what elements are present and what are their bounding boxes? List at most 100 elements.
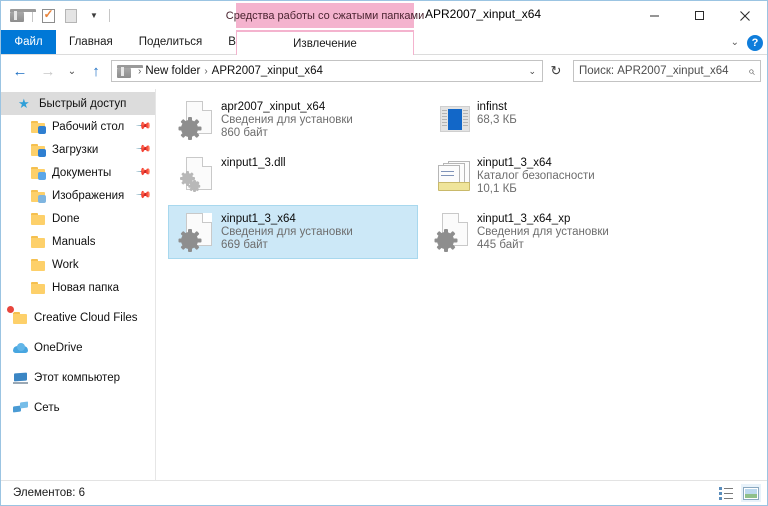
pin-icon[interactable]: 📌: [134, 141, 151, 158]
sidebar-item-label: Work: [52, 258, 79, 271]
details-view-icon[interactable]: [716, 484, 736, 502]
contextual-tab-header: Средства работы со сжатыми папками: [226, 3, 424, 28]
sidebar-item-label: Новая папка: [52, 281, 120, 294]
sidebar-item-new-folder[interactable]: Новая папка: [1, 276, 155, 299]
folder-icon: [31, 280, 48, 296]
zip-folder-icon[interactable]: [7, 6, 36, 26]
file-grid: apr2007_xinput_x64 Сведения для установк…: [162, 93, 767, 261]
folder-icon: [31, 234, 48, 250]
refresh-icon[interactable]: ↻: [545, 60, 567, 82]
sidebar-item-work[interactable]: Work: [1, 253, 155, 276]
minimize-button[interactable]: [632, 1, 677, 30]
sidebar-item-network[interactable]: Сеть: [1, 396, 155, 419]
file-size: 445 байт: [477, 239, 524, 251]
sidebar-item-label: Сеть: [34, 401, 60, 414]
file-item-text: xinput1_3.dll: [221, 154, 286, 169]
collapse-ribbon-icon[interactable]: ⌄: [731, 37, 739, 48]
file-item[interactable]: infinst 68,3 КБ: [424, 93, 674, 147]
downloads-folder-icon: [31, 142, 48, 158]
sidebar-item-creative-cloud-files[interactable]: Creative Cloud Files: [1, 304, 155, 329]
tab-home[interactable]: Главная: [56, 30, 126, 54]
breadcrumb-item-current[interactable]: APR2007_xinput_x64: [212, 65, 323, 77]
documents-folder-icon: [31, 165, 48, 181]
desktop-folder-icon: [31, 119, 48, 135]
address-zip-folder-icon: [117, 64, 143, 78]
creative-cloud-icon: [6, 304, 30, 326]
sidebar-item-onedrive[interactable]: OneDrive: [1, 336, 155, 359]
properties-icon[interactable]: [38, 6, 58, 26]
file-item-text: infinst 68,3 КБ: [477, 98, 517, 126]
sidebar-item-label: Изображения: [52, 189, 125, 202]
tab-share[interactable]: Поделиться: [126, 30, 216, 54]
forward-button[interactable]: →: [35, 58, 61, 84]
pin-icon[interactable]: 📌: [134, 118, 151, 135]
navigation-bar: ← → ⌄ ↑ › New folder › APR2007_xinput_x6…: [1, 55, 767, 87]
sidebar-item-manuals[interactable]: Manuals: [1, 230, 155, 253]
up-button[interactable]: ↑: [83, 58, 109, 84]
file-name: xinput1_3_x64: [221, 213, 296, 225]
sidebar-item-desktop[interactable]: Рабочий стол 📌: [1, 115, 155, 138]
maximize-button[interactable]: [677, 1, 722, 30]
tab-extract[interactable]: Извлечение: [236, 30, 414, 55]
file-size: 860 байт: [221, 127, 268, 139]
search-icon[interactable]: ⌕: [748, 64, 755, 79]
sidebar-item-downloads[interactable]: Загрузки 📌: [1, 138, 155, 161]
address-bar[interactable]: › New folder › APR2007_xinput_x64 ⌄: [111, 60, 543, 82]
sidebar-item-label: Загрузки: [52, 143, 99, 156]
sidebar-item-done[interactable]: Done: [1, 207, 155, 230]
sidebar-item-pictures[interactable]: Изображения 📌: [1, 184, 155, 207]
file-name: apr2007_xinput_x64: [221, 101, 326, 113]
customize-caret-icon[interactable]: ▼: [84, 6, 104, 26]
file-item-selected[interactable]: xinput1_3_x64 Сведения для установки 669…: [168, 205, 418, 259]
file-explorer-window: ▼ APR2007_xinput_x64 Средства работы со …: [0, 0, 768, 506]
search-input[interactable]: Поиск: APR2007_xinput_x64 ⌕: [573, 60, 761, 82]
sidebar-item-label: Документы: [52, 166, 112, 179]
pin-icon[interactable]: 📌: [134, 187, 151, 204]
sidebar-item-this-pc[interactable]: Этот компьютер: [1, 366, 155, 389]
sidebar-item-label: Этот компьютер: [34, 371, 120, 384]
sidebar-item-quick-access[interactable]: ★ Быстрый доступ: [1, 92, 155, 115]
file-type: Сведения для установки: [221, 226, 353, 238]
sidebar-item-label: Быстрый доступ: [39, 97, 127, 110]
recent-locations-button[interactable]: ⌄: [63, 58, 81, 84]
star-icon: ★: [18, 96, 30, 111]
security-catalog-icon: [431, 154, 477, 200]
file-item-text: xinput1_3_x64_xp Сведения для установки …: [477, 210, 609, 251]
new-folder-icon[interactable]: [61, 6, 81, 26]
content-area: ★ Быстрый доступ Рабочий стол 📌 Загрузки…: [1, 89, 767, 480]
file-size: 68,3 КБ: [477, 114, 517, 126]
folder-icon: [31, 257, 48, 273]
breadcrumb-item-new-folder[interactable]: New folder: [145, 65, 200, 77]
pin-icon[interactable]: 📌: [134, 164, 151, 181]
file-item[interactable]: xinput1_3_x64 Каталог безопасности 10,1 …: [424, 149, 674, 203]
file-item-text: xinput1_3_x64 Сведения для установки 669…: [221, 210, 353, 251]
pictures-folder-icon: [31, 188, 48, 204]
breadcrumb-dropdown-icon[interactable]: ⌄: [528, 66, 538, 77]
file-list-pane[interactable]: apr2007_xinput_x64 Сведения для установк…: [156, 89, 767, 480]
inf-file-icon: [431, 210, 477, 256]
close-button[interactable]: [722, 1, 767, 30]
sidebar-item-documents[interactable]: Документы 📌: [1, 161, 155, 184]
file-size: 669 байт: [221, 239, 268, 251]
large-icons-view-icon[interactable]: [741, 484, 761, 502]
back-button[interactable]: ←: [7, 58, 33, 84]
exe-file-icon: [431, 98, 477, 144]
file-item[interactable]: xinput1_3_x64_xp Сведения для установки …: [424, 205, 674, 259]
search-placeholder: Поиск: APR2007_xinput_x64: [579, 65, 729, 77]
ribbon-tab-strip: Файл Главная Поделиться Вид Извлечение ⌄…: [1, 30, 767, 55]
file-type: Каталог безопасности: [477, 170, 595, 182]
caption-buttons: [632, 1, 767, 30]
file-name: xinput1_3_x64_xp: [477, 213, 571, 225]
file-item[interactable]: apr2007_xinput_x64 Сведения для установк…: [168, 93, 418, 147]
this-pc-icon: [13, 370, 30, 386]
sidebar-item-label: Рабочий стол: [52, 120, 125, 133]
file-item-text: apr2007_xinput_x64 Сведения для установк…: [221, 98, 353, 139]
file-item[interactable]: xinput1_3.dll: [168, 149, 418, 203]
tab-file[interactable]: Файл: [1, 30, 56, 54]
help-icon[interactable]: ?: [747, 34, 763, 51]
folder-icon: [31, 211, 48, 227]
navigation-pane[interactable]: ★ Быстрый доступ Рабочий стол 📌 Загрузки…: [1, 89, 156, 480]
file-type: Сведения для установки: [477, 226, 609, 238]
contextual-tab-header-label: Средства работы со сжатыми папками: [225, 9, 425, 22]
sidebar-item-label: OneDrive: [34, 341, 83, 354]
